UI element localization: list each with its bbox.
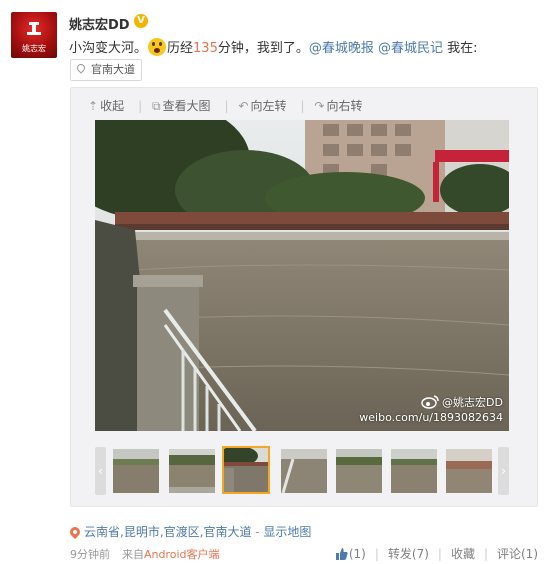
thumbnail-image [224,448,268,492]
thumbnail-image [391,449,437,493]
thumbnail[interactable] [446,449,492,493]
thumbnail-image [169,449,215,493]
rotate-right-icon: ↷ [314,99,325,113]
watermark-url: weibo.com/u/1893082634 [359,411,503,424]
thumbnail-strip: ‹ › [95,446,509,498]
thumbnail-image [336,449,382,493]
thumbnail[interactable] [281,449,327,493]
collapse-button[interactable]: ⇡ 收起 [88,99,124,113]
author-name[interactable]: 姚志宏DD [69,14,130,33]
mention-link-2[interactable]: @春城民记 [378,41,443,56]
flood-photo-image [95,120,509,431]
post-time-link[interactable]: 9分钟前 [70,548,110,561]
source-link[interactable]: Android客户端 [144,548,220,561]
thumb-prev-button[interactable]: ‹ [95,447,106,495]
chevron-left-icon: ‹ [98,464,103,478]
thumbnail-image [113,449,159,493]
map-pin-icon [67,524,83,540]
photo-watermark: @姚志宏DD weibo.com/u/1893082634 [359,395,503,425]
post-text-tail: 我在: [443,41,478,56]
post-text-part2: 历经 [167,41,194,56]
location-tag[interactable]: 官南大道 [70,59,142,81]
source-prefix: 来自 [122,548,144,561]
view-large-icon: ⧉ [151,99,161,113]
geo-place-link[interactable]: 云南省,昆明市,官渡区,官南大道 [84,525,251,539]
post-text: 小沟变大河。 历经135分钟，我到了。@春城晚报 @春城民记 我在: [69,37,478,56]
chevron-right-icon: › [501,464,506,478]
location-tag-label: 官南大道 [91,63,135,76]
location-pin-icon [75,62,87,74]
avatar-label: 姚志宏 [22,44,46,53]
thumbnail[interactable] [391,449,437,493]
main-photo[interactable]: @姚志宏DD weibo.com/u/1893082634 [95,120,509,431]
thumbs-up-icon [335,548,348,560]
geo-location: 云南省,昆明市,官渡区,官南大道 - 显示地图 [67,523,311,540]
view-large-button[interactable]: ⧉ 查看大图 [152,99,211,113]
thumbnail[interactable] [113,449,159,493]
geo-separator: - [251,525,264,539]
avatar-logo-icon [27,22,41,35]
like-count: (1) [348,547,366,561]
post-text-part1: 小沟变大河。 [69,41,148,56]
show-map-link[interactable]: 显示地图 [263,525,311,539]
like-button[interactable]: (1) [335,547,366,561]
user-avatar[interactable]: 姚志宏 [11,12,57,58]
repost-button[interactable]: 转发(7) [388,547,429,561]
shocked-face-icon [148,38,167,56]
thumbnail-image [281,449,327,493]
thumbnail[interactable] [336,449,382,493]
rotate-right-button[interactable]: ↷ 向右转 [314,99,362,113]
rotate-left-icon: ↶ [238,99,249,113]
favorite-button[interactable]: 收藏 [451,547,475,561]
collapse-icon: ⇡ [88,99,99,113]
post-highlight-number: 135 [193,41,218,56]
thumbnail-selected[interactable] [222,446,270,494]
watermark-name: @姚志宏DD [442,396,503,409]
image-toolbar: ⇡ 收起 | ⧉ 查看大图 | ↶ 向左转 | ↷ 向右转 [88,99,363,113]
verified-badge-icon[interactable]: V [134,14,148,28]
action-bar: (1) | 转发(7) | 收藏 | 评论(1) [335,545,538,562]
comment-button[interactable]: 评论(1) [497,547,538,561]
post-text-part3: 分钟，我到了。 [217,41,309,56]
rotate-left-button[interactable]: ↶ 向左转 [238,99,286,113]
post-meta: 9分钟前 来自Android客户端 [70,546,220,562]
weibo-logo-icon [421,395,439,409]
thumbnail-image [446,449,492,493]
thumbnail[interactable] [169,449,215,493]
mention-link-1[interactable]: @春城晚报 [309,41,374,56]
thumb-next-button[interactable]: › [498,447,509,495]
